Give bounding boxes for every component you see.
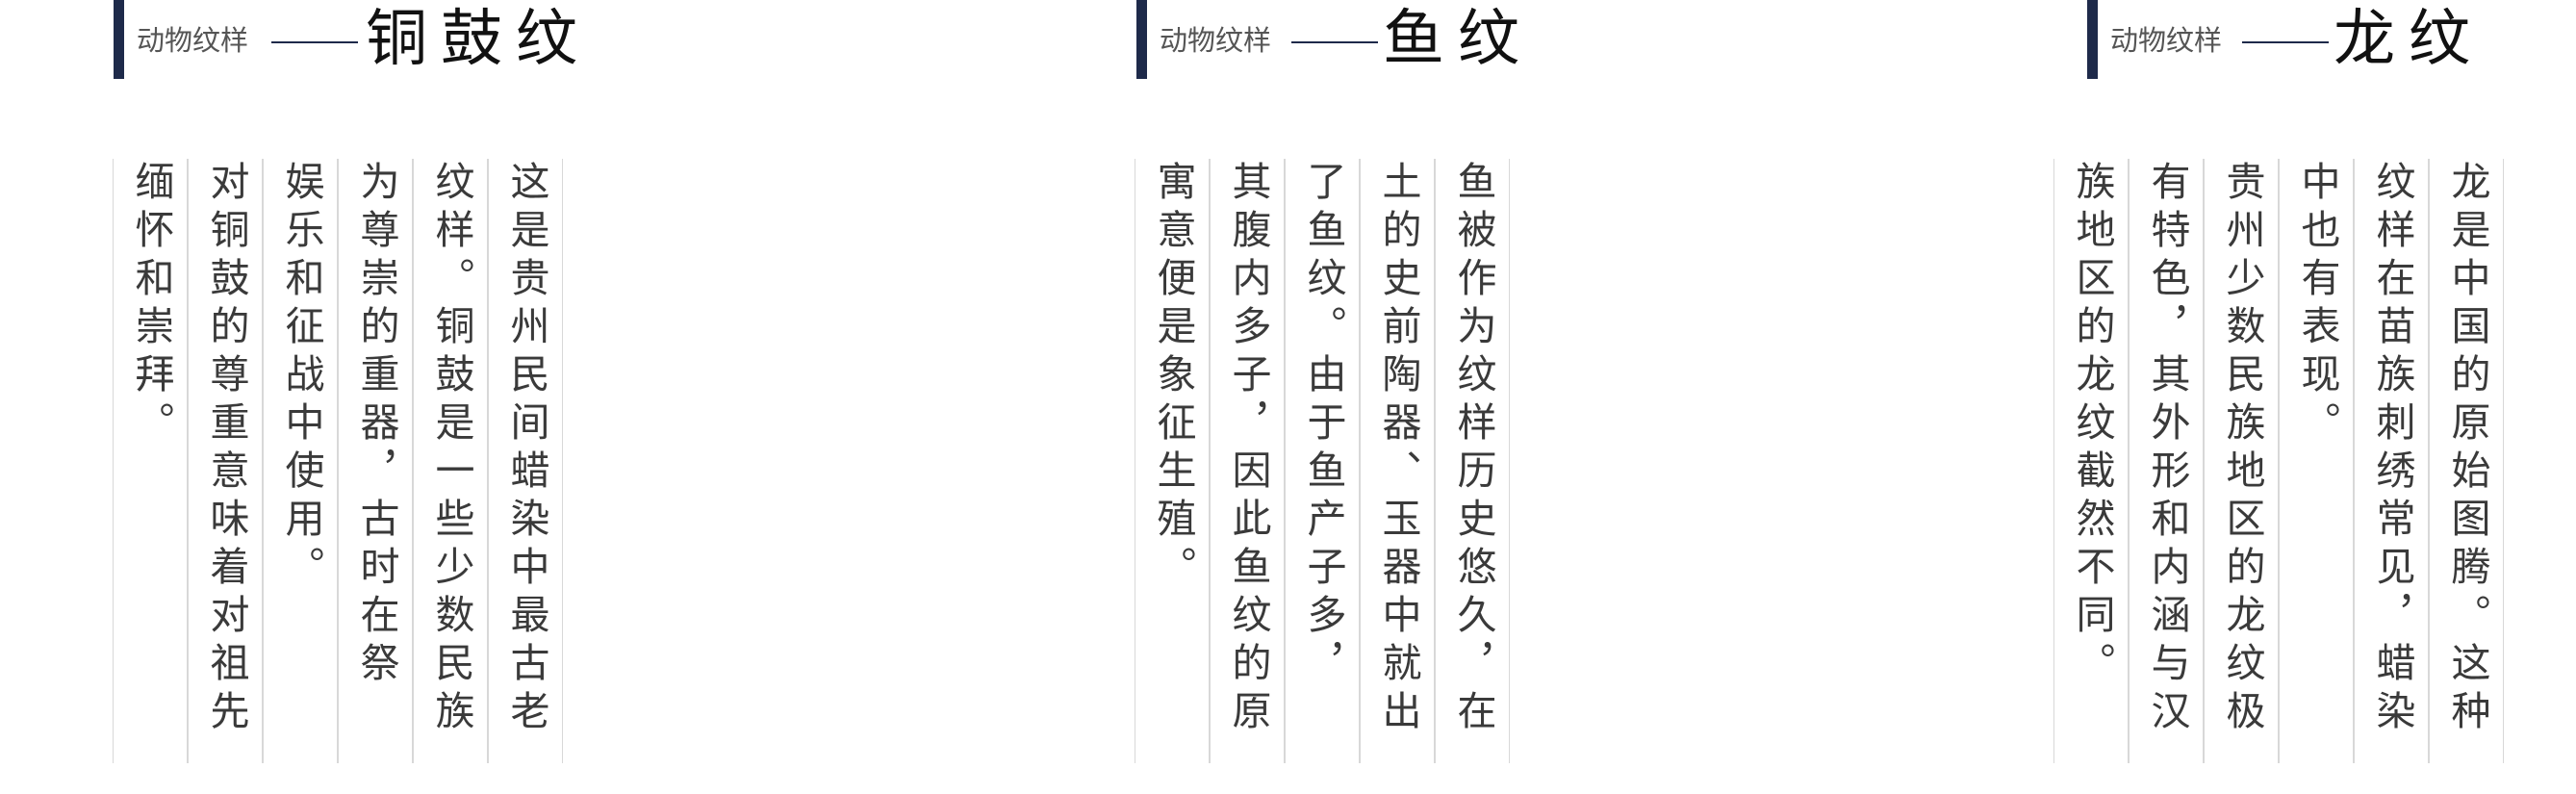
header-title: 鱼纹 bbox=[1383, 4, 1533, 75]
header-title: 龙纹 bbox=[2334, 4, 2484, 75]
header-dash bbox=[271, 41, 358, 43]
header-subtitle: 动物纹样 bbox=[137, 24, 249, 57]
section-yu: 动物纹样 鱼纹 鱼被作为纹样历史悠久，在出 土的史前陶器、玉器中就出现 了鱼纹。… bbox=[1135, 0, 1541, 794]
text-column: 娱乐和征战中使用。 bbox=[263, 159, 338, 763]
text-column: 纹样在苗族刺绣常见，蜡染 bbox=[2354, 159, 2429, 763]
text-column: 其腹内多子，因此鱼纹的原始 bbox=[1210, 159, 1285, 763]
text-column: 寓意便是象征生殖。 bbox=[1135, 159, 1210, 763]
text-column: 鱼被作为纹样历史悠久，在出 bbox=[1435, 159, 1510, 763]
header-accent-bar bbox=[1136, 0, 1147, 79]
text-column: 纹样。铜鼓是一些少数民族极 bbox=[413, 159, 488, 763]
section-long: 动物纹样 龙纹 龙是中国的原始图腾。这种 纹样在苗族刺绣常见，蜡染 中也有表现。… bbox=[2053, 0, 2514, 794]
header-dash bbox=[2242, 41, 2329, 43]
text-column: 贵州少数民族地区的龙纹极 bbox=[2204, 159, 2279, 763]
text-column: 这是贵州民间蜡染中最古老的 bbox=[488, 159, 563, 763]
header-subtitle: 动物纹样 bbox=[1160, 24, 1272, 57]
section-tonggu: 动物纹样 铜鼓纹 这是贵州民间蜡染中最古老的 纹样。铜鼓是一些少数民族极 为尊崇… bbox=[113, 0, 577, 794]
text-column: 龙是中国的原始图腾。这种 bbox=[2429, 159, 2504, 763]
header-subtitle: 动物纹样 bbox=[2110, 24, 2223, 57]
text-column: 对铜鼓的尊重意味着对祖先的 bbox=[188, 159, 263, 763]
text-column: 为尊崇的重器，古时在祭祀、 bbox=[338, 159, 413, 763]
text-column: 缅怀和崇拜。 bbox=[113, 159, 188, 763]
header-dash bbox=[1291, 41, 1378, 43]
text-column: 族地区的龙纹截然不同。 bbox=[2053, 159, 2129, 763]
header-accent-bar bbox=[114, 0, 124, 79]
text-column: 有特色，其外形和内涵与汉 bbox=[2129, 159, 2204, 763]
header-title: 铜鼓纹 bbox=[366, 4, 591, 75]
text-column: 土的史前陶器、玉器中就出现 bbox=[1360, 159, 1435, 763]
text-column: 了鱼纹。由于鱼产子多， bbox=[1285, 159, 1360, 763]
text-column: 中也有表现。 bbox=[2279, 159, 2354, 763]
header-accent-bar bbox=[2087, 0, 2098, 79]
